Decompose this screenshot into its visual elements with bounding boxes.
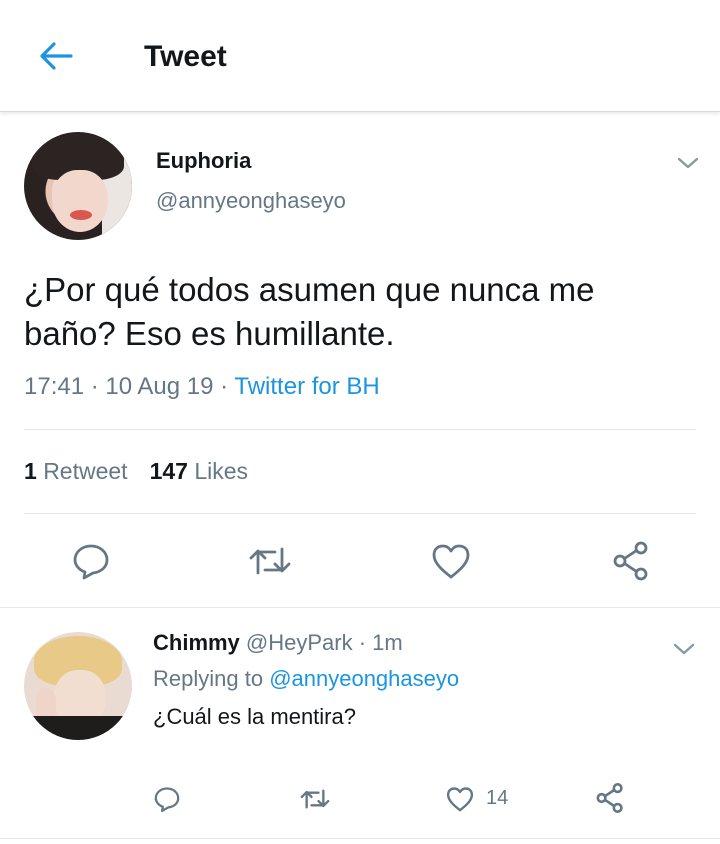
section-divider [0, 607, 720, 608]
reply-reply-button[interactable] [150, 782, 184, 816]
section-divider [0, 838, 720, 839]
top-app-bar: Tweet [0, 0, 720, 112]
author-avatar[interactable] [24, 132, 132, 240]
replying-to: Replying to @annyeonghaseyo [153, 666, 459, 692]
like-count: 147 [149, 458, 188, 484]
likes-stat[interactable]: 147 Likes [150, 458, 248, 484]
tweet-text: ¿Por qué todos asumen que nunca me baño?… [24, 271, 595, 352]
retweet-button[interactable] [245, 538, 295, 584]
page-title: Tweet [144, 40, 227, 73]
likes-label: Likes [194, 458, 249, 484]
chevron-down-icon [673, 643, 695, 655]
divider [24, 429, 696, 430]
reply-like-button[interactable] [442, 782, 478, 816]
tweet-meta: 17:41 · 10 Aug 19 · Twitter for BH [24, 373, 380, 401]
like-button[interactable] [426, 538, 476, 584]
reply-text: ¿Cuál es la mentira? [153, 704, 356, 729]
reply-author-handle[interactable]: @HeyPark [246, 630, 353, 655]
share-button[interactable] [606, 538, 656, 584]
retweet-icon [300, 789, 330, 809]
reply-icon [154, 787, 180, 813]
divider [24, 513, 696, 514]
retweet-count: 1 [24, 458, 37, 484]
tweet-source-link[interactable]: Twitter for BH [234, 373, 379, 400]
reply-author-name[interactable]: Chimmy [153, 630, 240, 655]
back-arrow-icon [40, 42, 73, 70]
author-handle[interactable]: @annyeonghaseyo [156, 188, 346, 214]
back-button[interactable] [36, 38, 76, 74]
retweet-label: Retweet [43, 458, 128, 484]
share-icon [613, 541, 648, 581]
tweet-timestamp: 17:41 · 10 Aug 19 · [24, 373, 235, 400]
reply-share-button[interactable] [592, 780, 628, 816]
author-name[interactable]: Euphoria [156, 148, 251, 174]
reply-button[interactable] [68, 538, 114, 584]
reply-like-count: 14 [486, 787, 509, 809]
like-icon [432, 544, 470, 579]
share-icon [596, 782, 623, 814]
reply-retweet-button[interactable] [297, 782, 333, 816]
reply-menu-button[interactable] [671, 636, 697, 662]
tweet-menu-button[interactable] [675, 150, 701, 176]
retweet-icon [249, 547, 291, 575]
reply-author-avatar[interactable] [24, 632, 132, 740]
reply-header: Chimmy @HeyPark · 1m [153, 630, 403, 656]
reply-age: · 1m [352, 630, 403, 655]
reply-icon [73, 544, 109, 580]
like-icon [446, 787, 474, 812]
replying-prefix: Replying to [153, 666, 270, 691]
replying-to-link[interactable]: @annyeonghaseyo [269, 666, 459, 691]
chevron-down-icon [677, 157, 699, 169]
tweet-stats: 1 Retweet 147 Likes [24, 458, 248, 485]
retweets-stat[interactable]: 1 Retweet [24, 458, 128, 484]
